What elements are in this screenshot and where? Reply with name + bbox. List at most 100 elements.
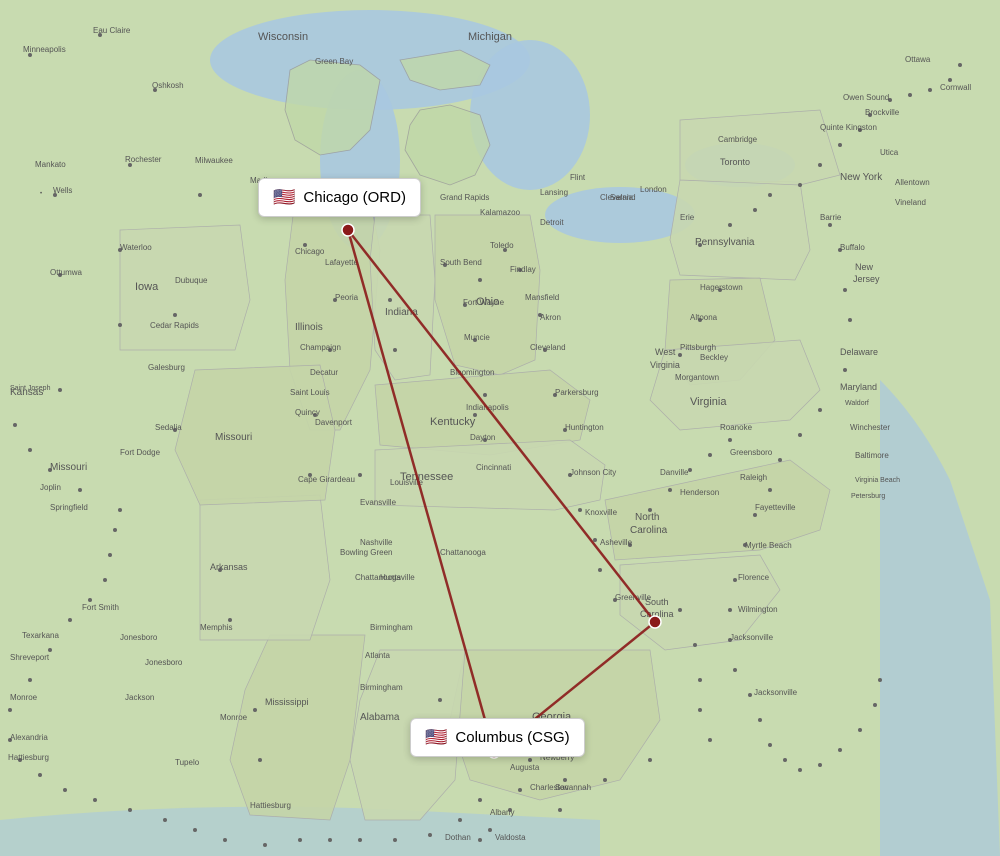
svg-text:Hattiesburg: Hattiesburg bbox=[8, 753, 49, 762]
svg-text:Asheville: Asheville bbox=[600, 538, 633, 547]
svg-text:Carolina: Carolina bbox=[640, 609, 674, 619]
svg-text:Saint Louis: Saint Louis bbox=[290, 388, 330, 397]
svg-text:Memphis: Memphis bbox=[200, 623, 232, 632]
svg-text:Ottumwa: Ottumwa bbox=[50, 268, 83, 277]
svg-text:Indiana: Indiana bbox=[385, 307, 418, 318]
svg-text:Florence: Florence bbox=[738, 573, 770, 582]
svg-text:Sarnia: Sarnia bbox=[610, 193, 634, 202]
svg-text:Maryland: Maryland bbox=[840, 382, 877, 392]
svg-text:Petersburg: Petersburg bbox=[851, 493, 885, 500]
chicago-label: Chicago (ORD) bbox=[303, 189, 406, 206]
svg-text:Chattanooga: Chattanooga bbox=[440, 548, 486, 557]
svg-text:Fort Wayne: Fort Wayne bbox=[463, 298, 505, 307]
svg-text:Vineland: Vineland bbox=[895, 198, 926, 207]
svg-text:Cincinnati: Cincinnati bbox=[476, 463, 511, 472]
svg-text:Decatur: Decatur bbox=[310, 368, 338, 377]
svg-text:Lafayette: Lafayette bbox=[325, 258, 358, 267]
svg-text:Bowling Green: Bowling Green bbox=[340, 548, 392, 557]
svg-text:Joplin: Joplin bbox=[40, 483, 61, 492]
svg-text:Alexandria: Alexandria bbox=[10, 733, 48, 742]
svg-text:Valdosta: Valdosta bbox=[495, 833, 526, 842]
svg-text:Missouri: Missouri bbox=[215, 432, 252, 443]
svg-text:Virginia Beach: Virginia Beach bbox=[855, 477, 900, 484]
svg-text:Winchester: Winchester bbox=[850, 423, 890, 432]
svg-text:Cleveland: Cleveland bbox=[530, 343, 566, 352]
svg-text:Virginia: Virginia bbox=[690, 396, 727, 408]
columbus-tooltip: 🇺🇸 Columbus (CSG) bbox=[410, 718, 585, 757]
svg-text:Galesburg: Galesburg bbox=[148, 363, 185, 372]
svg-text:Saint Joseph: Saint Joseph bbox=[10, 385, 51, 392]
svg-text:Flint: Flint bbox=[570, 173, 586, 182]
svg-text:•: • bbox=[40, 191, 42, 197]
svg-text:Jersey: Jersey bbox=[853, 274, 880, 284]
svg-text:Birmingham: Birmingham bbox=[370, 623, 413, 632]
map-container: Wisconsin Michigan Iowa Illinois Indiana… bbox=[0, 0, 1000, 856]
chicago-tooltip: 🇺🇸 Chicago (ORD) bbox=[258, 178, 421, 217]
svg-text:New York: New York bbox=[840, 172, 883, 183]
svg-text:Chattanooga: Chattanooga bbox=[355, 573, 401, 582]
svg-text:Mississippi: Mississippi bbox=[265, 697, 309, 707]
svg-text:Quinte Kingston: Quinte Kingston bbox=[820, 123, 877, 132]
svg-text:Iowa: Iowa bbox=[135, 281, 159, 293]
svg-text:Findlay: Findlay bbox=[510, 265, 536, 274]
svg-text:Bloomington: Bloomington bbox=[450, 368, 494, 377]
svg-text:Henderson: Henderson bbox=[680, 488, 719, 497]
svg-text:Wisconsin: Wisconsin bbox=[258, 31, 308, 43]
chicago-flag: 🇺🇸 bbox=[273, 187, 295, 208]
svg-text:Brockville: Brockville bbox=[865, 108, 900, 117]
svg-text:Utica: Utica bbox=[880, 148, 899, 157]
svg-text:Carolina: Carolina bbox=[630, 525, 668, 536]
svg-text:Owen Sound: Owen Sound bbox=[843, 93, 889, 102]
svg-text:Baltimore: Baltimore bbox=[855, 451, 889, 460]
svg-text:Johnson City: Johnson City bbox=[570, 468, 616, 477]
svg-text:Sedalia: Sedalia bbox=[155, 423, 182, 432]
svg-text:Davenport: Davenport bbox=[315, 418, 353, 427]
svg-text:Myrtle Beach: Myrtle Beach bbox=[745, 541, 792, 550]
svg-text:Quincy: Quincy bbox=[295, 408, 320, 417]
svg-text:London: London bbox=[640, 185, 667, 194]
svg-text:Beckley: Beckley bbox=[700, 353, 728, 362]
svg-text:South Bend: South Bend bbox=[440, 258, 482, 267]
svg-text:Waldorf: Waldorf bbox=[845, 400, 869, 407]
svg-text:North: North bbox=[635, 512, 659, 523]
svg-text:Raleigh: Raleigh bbox=[740, 473, 767, 482]
svg-text:Fayetteville: Fayetteville bbox=[755, 503, 796, 512]
svg-text:Peoria: Peoria bbox=[335, 293, 359, 302]
svg-text:Greenville: Greenville bbox=[615, 593, 652, 602]
svg-text:Kentucky: Kentucky bbox=[430, 416, 476, 428]
svg-text:Oshkosh: Oshkosh bbox=[152, 81, 184, 90]
svg-text:Wilmington: Wilmington bbox=[738, 605, 778, 614]
svg-text:Jonesboro: Jonesboro bbox=[145, 658, 183, 667]
svg-text:New: New bbox=[855, 262, 874, 272]
svg-text:Hattiesburg: Hattiesburg bbox=[250, 801, 291, 810]
svg-text:Erie: Erie bbox=[680, 213, 695, 222]
svg-text:Greensboro: Greensboro bbox=[730, 448, 773, 457]
svg-text:Kalamazoo: Kalamazoo bbox=[480, 208, 521, 217]
svg-text:Ottawa: Ottawa bbox=[905, 55, 931, 64]
svg-text:Birmingham: Birmingham bbox=[360, 683, 403, 692]
svg-text:Louisville: Louisville bbox=[390, 478, 423, 487]
svg-text:Jonesboro: Jonesboro bbox=[120, 633, 158, 642]
svg-text:Muncie: Muncie bbox=[464, 333, 490, 342]
svg-text:Mansfield: Mansfield bbox=[525, 293, 559, 302]
svg-text:Toledo: Toledo bbox=[490, 241, 514, 250]
svg-text:Tupelo: Tupelo bbox=[175, 758, 200, 767]
svg-text:Minneapolis: Minneapolis bbox=[23, 45, 66, 54]
svg-text:Jacksonville: Jacksonville bbox=[730, 633, 774, 642]
svg-text:Alabama: Alabama bbox=[360, 712, 400, 723]
svg-text:Shreveport: Shreveport bbox=[10, 653, 50, 662]
svg-text:Pittsburgh: Pittsburgh bbox=[680, 343, 716, 352]
svg-text:West: West bbox=[655, 347, 676, 357]
svg-text:Milwaukee: Milwaukee bbox=[195, 156, 233, 165]
svg-text:Texarkana: Texarkana bbox=[22, 631, 59, 640]
svg-text:Springfield: Springfield bbox=[50, 503, 88, 512]
svg-text:Knoxville: Knoxville bbox=[585, 508, 618, 517]
svg-text:Dayton: Dayton bbox=[470, 433, 495, 442]
columbus-flag: 🇺🇸 bbox=[425, 727, 447, 748]
svg-text:Albany: Albany bbox=[490, 808, 514, 817]
svg-text:Eau Claire: Eau Claire bbox=[93, 26, 131, 35]
svg-text:Pennsylvania: Pennsylvania bbox=[695, 237, 755, 248]
svg-text:Jacksonville: Jacksonville bbox=[754, 688, 798, 697]
svg-text:Waterloo: Waterloo bbox=[120, 243, 152, 252]
svg-text:Morgantown: Morgantown bbox=[675, 373, 719, 382]
